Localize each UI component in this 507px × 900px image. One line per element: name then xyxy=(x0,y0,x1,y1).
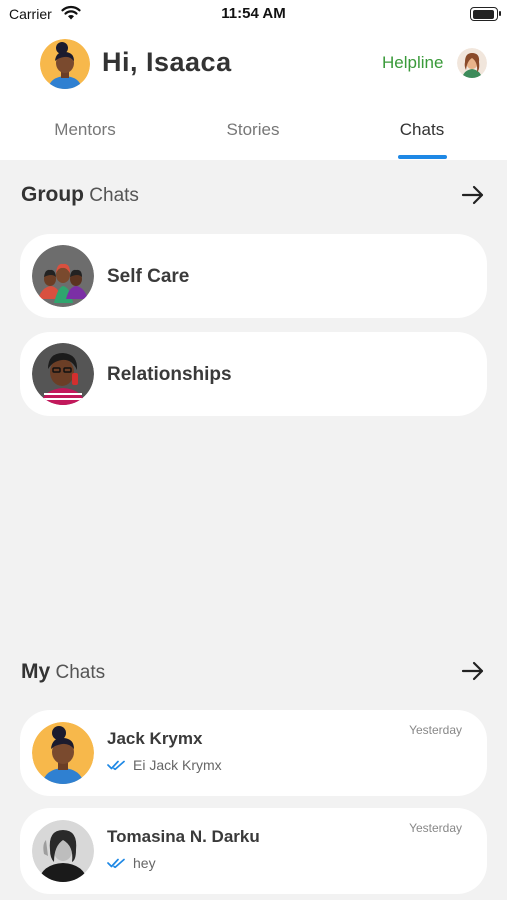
message-preview: Ei Jack Krymx xyxy=(107,757,222,773)
header: Hi, Isaaca Helpline Mentors Stories Chat… xyxy=(0,30,507,160)
tab-bar: Mentors Stories Chats xyxy=(0,110,507,160)
greeting-title: Hi, Isaaca xyxy=(102,47,232,77)
self-care-group-avatar xyxy=(32,245,94,307)
my-chats-arrow-right-icon[interactable] xyxy=(461,659,485,683)
my-chats-heading-bold: My xyxy=(21,660,51,683)
contact-avatar xyxy=(32,722,94,784)
helpline-avatar[interactable] xyxy=(457,48,487,78)
message-preview: hey xyxy=(107,855,156,871)
contact-avatar xyxy=(32,820,94,882)
clock: 11:54 AM xyxy=(221,5,286,22)
helpline-link[interactable]: Helpline xyxy=(382,53,443,73)
message-time: Yesterday xyxy=(409,723,462,737)
chat-item-tomasina-darku[interactable]: Tomasina N. Darku hey Yesterday xyxy=(20,808,487,894)
relationships-group-avatar xyxy=(32,343,94,405)
battery-icon xyxy=(470,7,501,21)
group-chat-self-care[interactable]: Self Care xyxy=(20,234,487,318)
user-avatar[interactable] xyxy=(40,39,90,89)
group-chat-name: Relationships xyxy=(107,364,232,385)
tab-chats[interactable]: Chats xyxy=(362,120,482,140)
contact-name: Jack Krymx xyxy=(107,729,203,748)
group-chats-heading-bold: Group xyxy=(21,183,84,206)
message-preview-text: Ei Jack Krymx xyxy=(133,757,222,773)
group-chats-heading: Group Chats xyxy=(21,183,139,207)
chat-item-jack-krymx[interactable]: Jack Krymx Ei Jack Krymx Yesterday xyxy=(20,710,487,796)
message-preview-text: hey xyxy=(133,855,156,871)
group-chats-heading-rest: Chats xyxy=(89,185,139,206)
my-chats-heading-rest: Chats xyxy=(55,662,106,683)
contact-name: Tomasina N. Darku xyxy=(107,827,260,846)
tab-stories[interactable]: Stories xyxy=(193,120,313,140)
message-time: Yesterday xyxy=(409,821,462,835)
group-chats-arrow-right-icon[interactable] xyxy=(461,183,485,207)
my-chats-heading: My Chats xyxy=(21,660,105,684)
double-check-icon xyxy=(107,759,127,771)
tab-mentors[interactable]: Mentors xyxy=(25,120,145,140)
status-bar: Carrier 11:54 AM xyxy=(0,0,507,30)
group-chat-name: Self Care xyxy=(107,266,190,287)
double-check-icon xyxy=(107,857,127,869)
active-tab-indicator xyxy=(398,155,447,159)
group-chat-relationships[interactable]: Relationships xyxy=(20,332,487,416)
